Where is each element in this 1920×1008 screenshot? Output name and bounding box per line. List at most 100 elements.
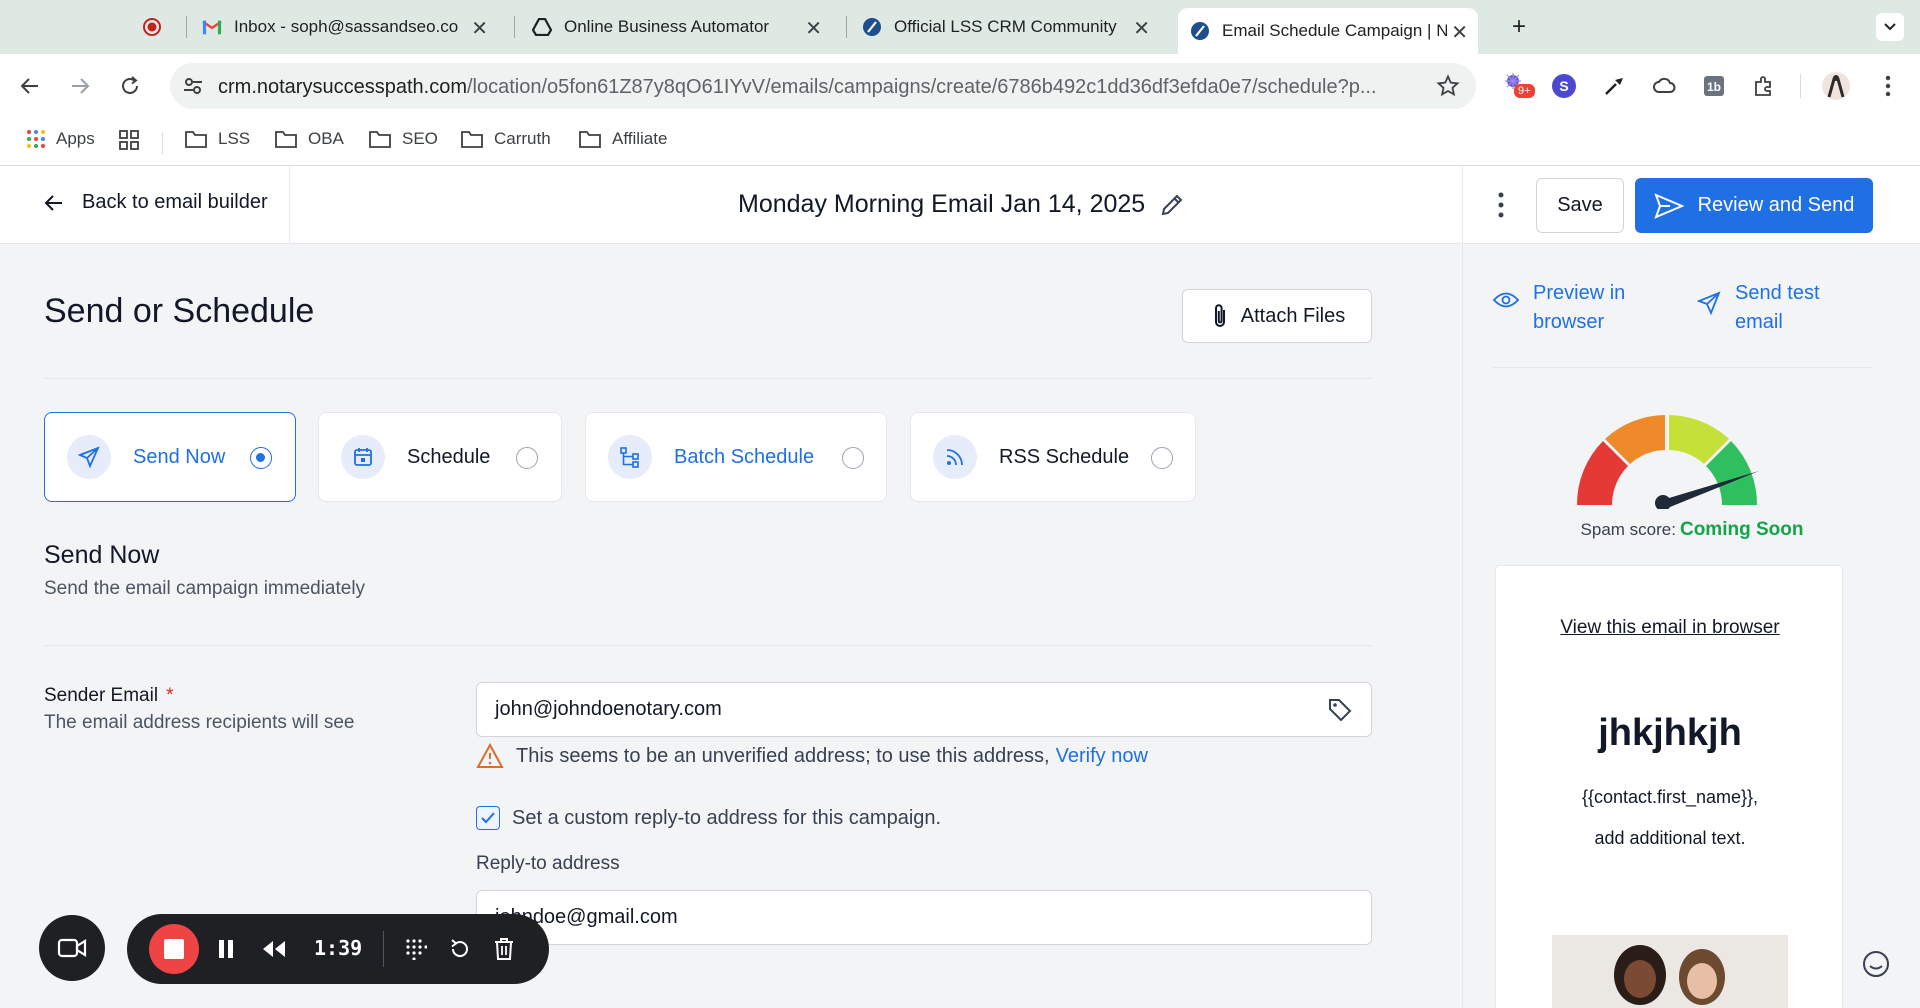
close-tab-icon[interactable]: ✕ xyxy=(1133,16,1150,41)
profile-button[interactable] xyxy=(1820,70,1852,102)
extension-badge: 9+ xyxy=(1514,84,1535,98)
tab-lss-crm-community[interactable]: Official LSS CRM Community ✕ xyxy=(862,10,1160,44)
custom-reply-to-row[interactable]: Set a custom reply-to address for this c… xyxy=(476,806,941,830)
tab-title: Official LSS CRM Community xyxy=(894,17,1117,36)
page-title: Send or Schedule xyxy=(44,292,315,330)
chrome-menu-button[interactable] xyxy=(1872,70,1904,102)
calendar-icon xyxy=(341,435,385,479)
kebab-menu-icon xyxy=(1885,75,1891,97)
reply-to-input[interactable]: johndoe@gmail.com xyxy=(476,890,1372,945)
tab-title: Email Schedule Campaign | N xyxy=(1222,21,1447,40)
new-tab-button[interactable]: + xyxy=(1512,10,1542,44)
puzzle-icon xyxy=(1755,76,1771,96)
attach-files-button[interactable]: Attach Files xyxy=(1182,289,1372,343)
url-text: crm.notarysuccesspath.com/location/o5fon… xyxy=(218,76,1377,98)
chevron-down-icon xyxy=(1876,13,1904,41)
reply-to-label: Reply-to address xyxy=(476,853,620,874)
tab-email-schedule-campaign[interactable]: Email Schedule Campaign | N ✕ xyxy=(1178,8,1478,54)
crm-icon xyxy=(862,17,882,37)
gmail-icon xyxy=(202,17,222,37)
record-icon xyxy=(142,17,162,37)
address-bar[interactable]: crm.notarysuccesspath.com/location/o5fon… xyxy=(170,63,1476,109)
bookmark-folder-oba[interactable]: OBA xyxy=(274,129,344,149)
review-and-send-button[interactable]: Review and Send xyxy=(1635,178,1873,233)
tab-gmail-inbox[interactable]: Inbox - soph@sassandseo.co ✕ xyxy=(202,10,498,44)
folder-icon xyxy=(185,131,207,148)
stop-recording-button[interactable] xyxy=(149,924,199,974)
forward-button[interactable] xyxy=(64,70,96,102)
text-extension-button[interactable]: 1b xyxy=(1698,70,1730,102)
campaign-header: Back to email builder Monday Morning Ema… xyxy=(0,166,1920,244)
sender-email-input[interactable]: john@johndoenotary.com xyxy=(476,682,1372,737)
camera-toggle-button[interactable] xyxy=(39,915,105,981)
save-button[interactable]: Save xyxy=(1536,178,1624,233)
spam-score-value: Coming Soon xyxy=(1679,519,1804,540)
tab-recording[interactable] xyxy=(142,10,172,44)
restart-button[interactable] xyxy=(447,936,473,962)
extension-s-button[interactable]: S xyxy=(1548,70,1580,102)
bookmark-tab-groups[interactable] xyxy=(118,129,150,151)
option-rss-schedule[interactable]: RSS Schedule xyxy=(910,412,1196,502)
folder-icon xyxy=(369,131,391,148)
folder-icon xyxy=(579,131,601,148)
browser-tab-strip: Inbox - soph@sassandseo.co ✕ Online Busi… xyxy=(0,0,1920,54)
edit-pencil-icon[interactable] xyxy=(1159,192,1185,218)
pause-button[interactable] xyxy=(213,936,239,962)
custom-reply-to-checkbox[interactable] xyxy=(476,806,500,830)
preview-in-browser-link[interactable]: Preview in browser xyxy=(1493,279,1625,337)
send-schedule-panel: Send or Schedule Attach Files Send Now S… xyxy=(0,245,1462,1008)
cloud-icon xyxy=(1653,77,1676,93)
grid-button[interactable] xyxy=(403,936,429,962)
email-preview: View this email in browser jhkjhkjh {{co… xyxy=(1495,565,1843,1008)
video-camera-icon xyxy=(57,938,87,958)
reload-button[interactable] xyxy=(114,70,146,102)
bookmark-folder-affiliate[interactable]: Affiliate xyxy=(578,129,667,149)
verify-now-link[interactable]: Verify now xyxy=(1056,745,1148,768)
option-label: Send Now xyxy=(133,445,226,468)
sender-email-description: The email address recipients will see xyxy=(44,712,355,733)
send-test-email-link[interactable]: Send test email xyxy=(1697,279,1820,337)
preview-photo xyxy=(1552,935,1788,1008)
bookmarks-bar: Apps LSS OBA SEO Carruth Affiliate xyxy=(0,118,1920,166)
bookmark-apps[interactable]: Apps xyxy=(26,129,95,149)
close-tab-icon[interactable]: ✕ xyxy=(1451,20,1468,45)
chat-support-icon[interactable] xyxy=(1860,948,1892,980)
check-icon xyxy=(481,812,495,824)
back-to-builder-link[interactable]: Back to email builder xyxy=(44,191,268,214)
option-batch-schedule[interactable]: Batch Schedule xyxy=(585,412,887,502)
radio-send-now[interactable] xyxy=(250,447,272,469)
extensions-button[interactable] xyxy=(1748,70,1780,102)
bookmark-folder-lss[interactable]: LSS xyxy=(184,129,250,149)
extension-spark-button[interactable]: 9+ xyxy=(1500,70,1535,102)
spam-score: Spam score: Coming Soon xyxy=(1580,519,1804,540)
eyedropper-extension-button[interactable] xyxy=(1598,70,1630,102)
more-options-button[interactable] xyxy=(1486,188,1516,227)
rewind-button[interactable] xyxy=(261,936,287,962)
eye-icon xyxy=(1493,292,1519,308)
radio-rss-schedule[interactable] xyxy=(1151,447,1173,469)
close-tab-icon[interactable]: ✕ xyxy=(471,16,488,41)
cloud-extension-button[interactable] xyxy=(1648,70,1680,102)
tag-icon[interactable] xyxy=(1327,697,1353,729)
arrow-right-icon xyxy=(72,78,90,94)
option-label: Batch Schedule xyxy=(674,445,815,468)
view-in-browser-link[interactable]: View this email in browser xyxy=(1496,617,1844,639)
tab-search-button[interactable] xyxy=(1876,10,1906,44)
option-label: Schedule xyxy=(407,445,491,468)
required-mark: * xyxy=(166,685,174,706)
bookmark-folder-seo[interactable]: SEO xyxy=(368,129,438,149)
radio-schedule[interactable] xyxy=(516,447,538,469)
bookmark-star-icon[interactable] xyxy=(1436,74,1460,103)
site-settings-icon[interactable] xyxy=(182,75,204,102)
bookmark-folder-carruth[interactable]: Carruth xyxy=(460,129,551,149)
back-button[interactable] xyxy=(14,70,46,102)
close-tab-icon[interactable]: ✕ xyxy=(805,16,822,41)
radio-batch-schedule[interactable] xyxy=(842,447,864,469)
tab-title: Inbox - soph@sassandseo.co xyxy=(234,17,459,36)
option-send-now[interactable]: Send Now xyxy=(44,412,296,502)
tab-online-business-automator[interactable]: Online Business Automator ✕ xyxy=(532,10,832,44)
section-description: Send the email campaign immediately xyxy=(44,578,366,599)
option-schedule[interactable]: Schedule xyxy=(318,412,562,502)
delete-recording-button[interactable] xyxy=(491,936,517,962)
send-icon xyxy=(1653,192,1684,219)
